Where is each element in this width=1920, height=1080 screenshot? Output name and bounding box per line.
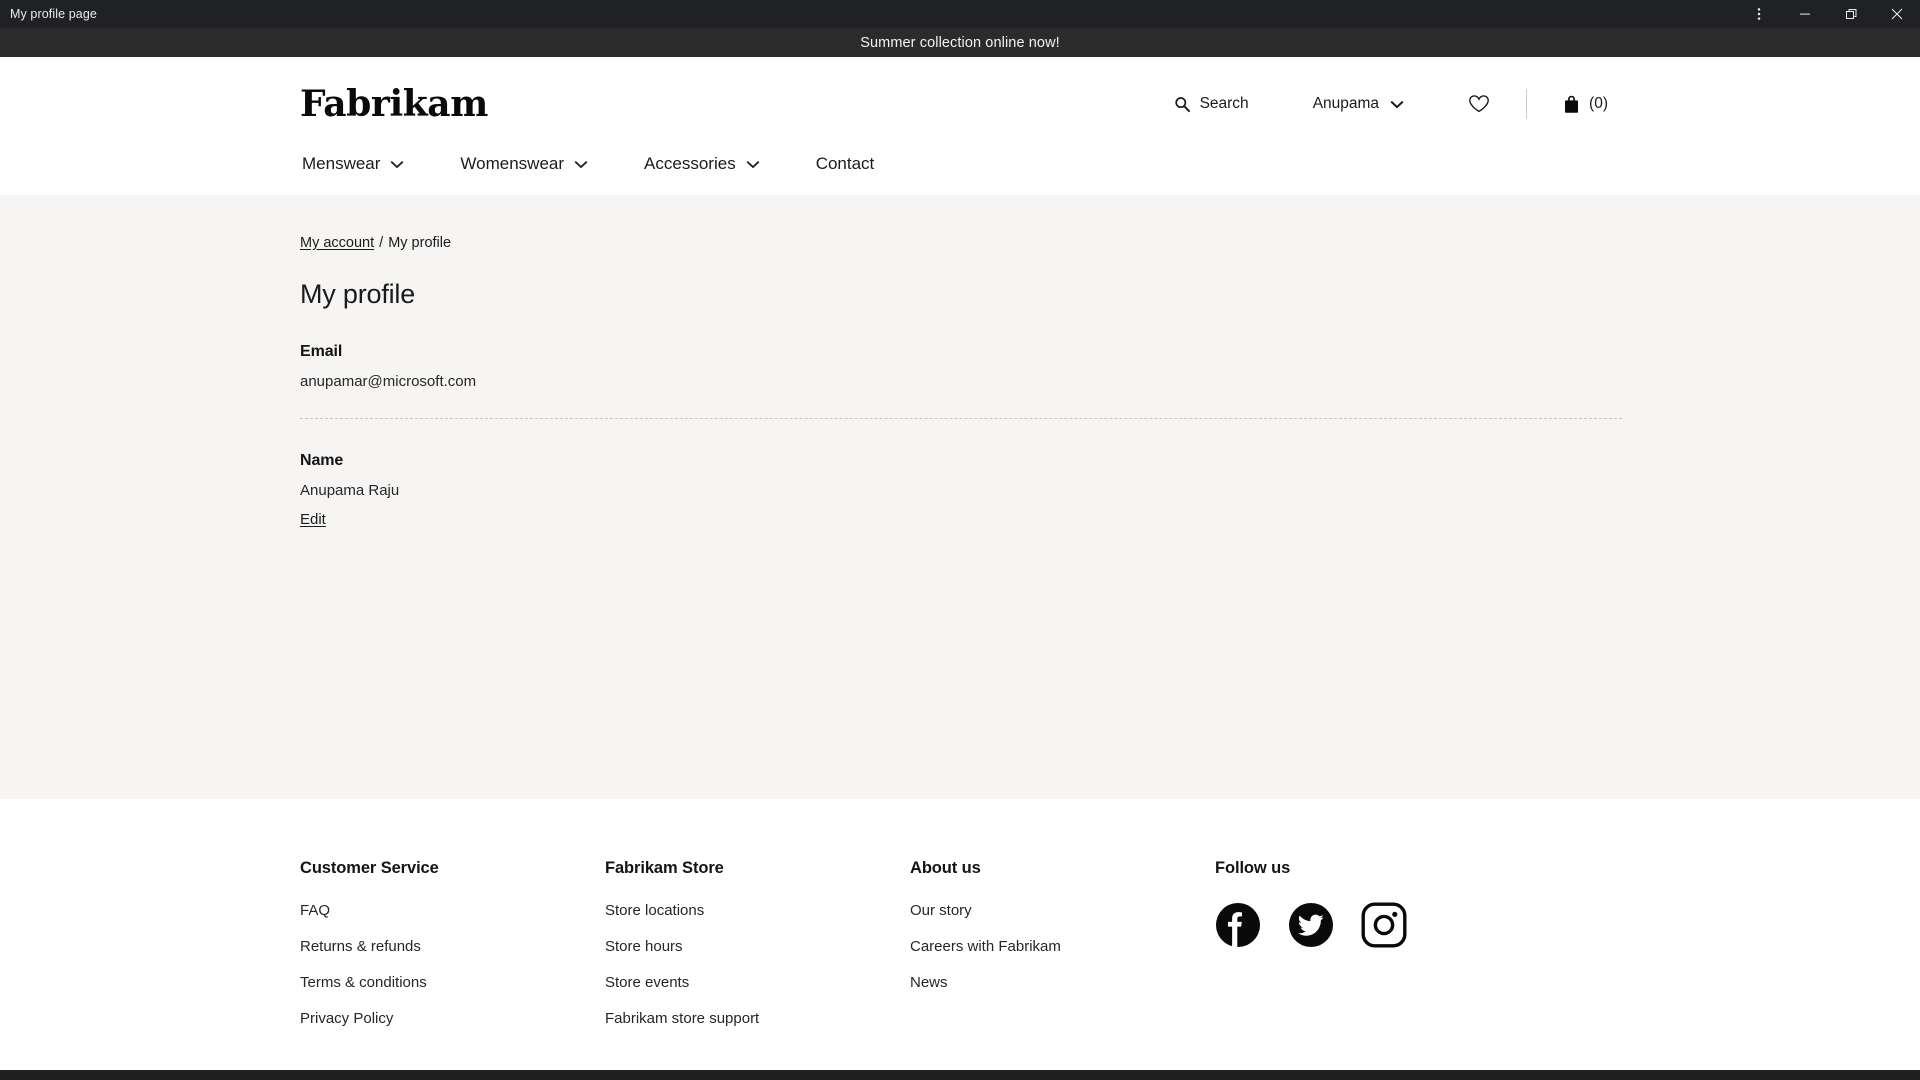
field-label-email: Email: [300, 343, 343, 360]
cart-count: (0): [1589, 95, 1608, 112]
breadcrumb-current: My profile: [388, 235, 452, 251]
nav-item-womenswear[interactable]: Womenswear: [458, 148, 590, 180]
site-header: Fabrikam Search Anupama (0) Menswear Wom…: [0, 57, 1920, 195]
brand-logo[interactable]: Fabrikam: [300, 86, 488, 122]
header-divider: [1526, 89, 1528, 119]
search-button[interactable]: Search: [1170, 89, 1253, 119]
footer-column-follow-us: Follow us: [1215, 859, 1407, 948]
footer-link-returns-refunds[interactable]: Returns & refunds: [300, 938, 605, 955]
more-options-button[interactable]: [1736, 0, 1782, 28]
nav-item-label: Womenswear: [460, 154, 565, 173]
footer-link-privacy-policy[interactable]: Privacy Policy: [300, 1010, 605, 1027]
chevron-down-icon: [746, 154, 760, 174]
minimize-icon: [1799, 8, 1811, 20]
section-divider: [300, 418, 1622, 419]
window-bottom-bar: [0, 1070, 1920, 1080]
app-window: My profile page Summer collection online…: [0, 0, 1920, 1080]
window-titlebar: My profile page: [0, 0, 1920, 28]
footer-column-customer-service: Customer Service FAQ Returns & refunds T…: [300, 859, 605, 1046]
chevron-down-icon: [574, 154, 588, 174]
minimize-button[interactable]: [1782, 0, 1828, 28]
facebook-icon: [1215, 902, 1261, 948]
footer-link-store-hours[interactable]: Store hours: [605, 938, 910, 955]
footer-link-terms-conditions[interactable]: Terms & conditions: [300, 974, 605, 991]
main-content: My account / My profile My profile Email…: [0, 195, 1920, 799]
header-top-row: Fabrikam Search Anupama (0): [300, 57, 1620, 133]
instagram-icon: [1361, 902, 1407, 948]
field-label-name: Name: [300, 452, 344, 469]
footer-link-news[interactable]: News: [910, 974, 1215, 991]
footer-column-fabrikam-store: Fabrikam Store Store locations Store hou…: [605, 859, 910, 1046]
account-menu-button[interactable]: Anupama: [1309, 89, 1408, 119]
chevron-down-icon: [1390, 100, 1404, 109]
instagram-link[interactable]: [1361, 902, 1407, 948]
footer-link-faq[interactable]: FAQ: [300, 902, 605, 919]
footer-heading: Follow us: [1215, 859, 1291, 877]
main-navigation: Menswear Womenswear Accessories Contact: [300, 133, 1620, 195]
footer-heading: About us: [910, 859, 981, 877]
promo-banner-text: Summer collection online now!: [860, 34, 1060, 51]
wishlist-button[interactable]: [1464, 88, 1494, 120]
profile-field-email: Email anupamar@microsoft.com: [300, 343, 1620, 390]
nav-item-accessories[interactable]: Accessories: [642, 148, 762, 180]
site-footer: Customer Service FAQ Returns & refunds T…: [0, 799, 1920, 1065]
search-icon: [1174, 96, 1191, 113]
footer-link-our-story[interactable]: Our story: [910, 902, 1215, 919]
field-value-email: anupamar@microsoft.com: [300, 373, 477, 390]
search-label: Search: [1199, 95, 1249, 112]
restore-button[interactable]: [1828, 0, 1874, 28]
breadcrumb-link-my-account[interactable]: My account: [300, 235, 374, 251]
heart-icon: [1468, 94, 1490, 114]
account-label: Anupama: [1312, 95, 1380, 112]
promo-banner: Summer collection online now!: [0, 28, 1920, 57]
window-controls: [1736, 0, 1920, 28]
bag-icon: [1563, 95, 1580, 114]
breadcrumb-separator: /: [379, 235, 384, 251]
nav-item-label: Contact: [815, 154, 875, 173]
nav-item-contact[interactable]: Contact: [814, 148, 877, 180]
footer-column-about-us: About us Our story Careers with Fabrikam…: [910, 859, 1215, 1010]
close-button[interactable]: [1874, 0, 1920, 28]
footer-link-careers[interactable]: Careers with Fabrikam: [910, 938, 1215, 955]
footer-link-store-events[interactable]: Store events: [605, 974, 910, 991]
page-title: My profile: [300, 279, 416, 309]
profile-field-name: Name Anupama Raju Edit: [300, 452, 1620, 529]
nav-item-menswear[interactable]: Menswear: [300, 148, 406, 180]
footer-link-store-support[interactable]: Fabrikam store support: [605, 1010, 910, 1027]
footer-link-store-locations[interactable]: Store locations: [605, 902, 910, 919]
nav-item-label: Accessories: [644, 154, 736, 173]
cart-button[interactable]: (0): [1559, 89, 1612, 120]
nav-item-label: Menswear: [302, 154, 381, 173]
field-value-name: Anupama Raju: [300, 482, 400, 499]
footer-heading: Fabrikam Store: [605, 859, 724, 877]
header-utilities: Search Anupama (0): [1170, 88, 1612, 120]
chevron-down-icon: [390, 154, 404, 174]
breadcrumb: My account / My profile: [300, 195, 1620, 251]
more-options-icon: [1752, 7, 1766, 21]
twitter-link[interactable]: [1288, 902, 1334, 948]
close-icon: [1891, 8, 1903, 20]
footer-heading: Customer Service: [300, 859, 439, 877]
facebook-link[interactable]: [1215, 902, 1261, 948]
twitter-icon: [1288, 902, 1334, 948]
restore-icon: [1845, 8, 1858, 21]
social-links: [1215, 902, 1407, 948]
edit-name-link[interactable]: Edit: [300, 511, 326, 528]
window-title: My profile page: [10, 7, 97, 21]
